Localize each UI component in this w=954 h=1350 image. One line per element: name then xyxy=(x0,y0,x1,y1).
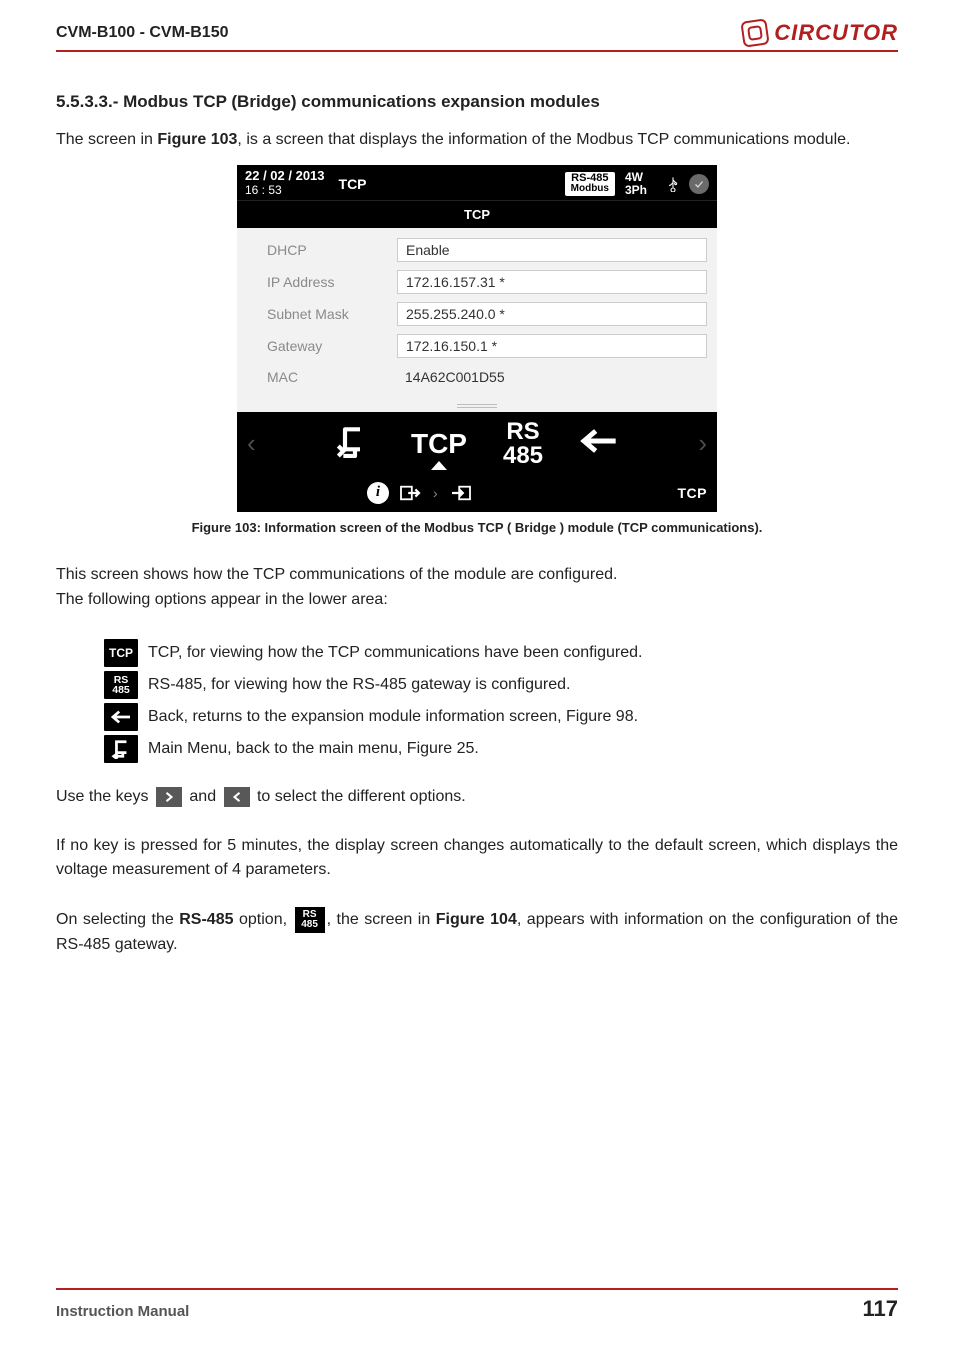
model-title: CVM-B100 - CVM-B150 xyxy=(56,24,228,42)
wiring-bottom: 3Ph xyxy=(625,184,647,197)
nav-next-icon[interactable]: › xyxy=(694,428,711,459)
rs-bottom: 485 xyxy=(112,685,130,696)
fig-ref: Figure 25 xyxy=(407,740,475,757)
right-key-icon xyxy=(156,787,182,807)
setting-row: IP Address 172.16.157.31 * xyxy=(247,266,707,298)
option-text: Back, returns to the expansion module in… xyxy=(148,708,638,726)
setting-value[interactable]: 172.16.150.1 * xyxy=(397,334,707,358)
option-text: Main Menu, back to the main menu, Figure… xyxy=(148,740,479,758)
panel-grip xyxy=(237,398,717,412)
usb-icon xyxy=(665,176,681,192)
page-footer: Instruction Manual 117 xyxy=(56,1288,898,1322)
nav-back-button[interactable] xyxy=(579,424,619,463)
fig-ref: Figure 98 xyxy=(566,708,634,725)
status-date: 22 / 02 / 2013 xyxy=(245,169,325,184)
main-menu-icon xyxy=(104,735,138,763)
setting-row: DHCP Enable xyxy=(247,234,707,266)
t: to select the different options. xyxy=(257,788,466,805)
device-panel-title: TCP xyxy=(237,200,717,228)
section-heading: 5.5.3.3.- Modbus TCP (Bridge) communicat… xyxy=(56,92,898,112)
intro-paragraph: The screen in Figure 103, is a screen th… xyxy=(56,128,898,151)
setting-value[interactable]: 255.255.240.0 * xyxy=(397,302,707,326)
setting-value: 14A62C001D55 xyxy=(397,366,707,388)
nav-main-menu-button[interactable] xyxy=(335,424,375,463)
check-icon xyxy=(689,174,709,194)
t: and xyxy=(189,788,220,805)
t: option, xyxy=(234,911,293,928)
figure-caption: Figure 103: Information screen of the Mo… xyxy=(56,520,898,535)
input-icon[interactable] xyxy=(399,484,421,502)
setting-row: Subnet Mask 255.255.240.0 * xyxy=(247,298,707,330)
brand-logo-icon xyxy=(741,18,770,47)
rs485-inline-icon: RS485 xyxy=(295,907,325,933)
t: Back, returns to the expansion module in… xyxy=(148,708,566,725)
option-back: Back, returns to the expansion module in… xyxy=(104,703,898,731)
t: 485 xyxy=(301,920,318,930)
setting-label: IP Address xyxy=(247,274,397,290)
footer-manual-label: Instruction Manual xyxy=(56,1303,189,1320)
t: On selecting the xyxy=(56,911,179,928)
wiring-top: 4W xyxy=(625,171,647,184)
option-rs485: RS 485 RS-485, for viewing how the RS-48… xyxy=(104,671,898,699)
setting-label: MAC xyxy=(247,369,397,385)
header-rule xyxy=(56,50,898,52)
paragraph: The following options appear in the lowe… xyxy=(56,588,898,611)
nav-rs485-button[interactable]: RS 485 xyxy=(503,420,543,468)
left-key-icon xyxy=(224,787,250,807)
intro-post: , is a screen that displays the informat… xyxy=(237,131,850,148)
footer-chevron-icon: › xyxy=(431,485,440,501)
timeout-paragraph: If no key is pressed for 5 minutes, the … xyxy=(56,834,898,880)
fig-ref: Figure 104 xyxy=(436,911,517,928)
setting-row: Gateway 172.16.150.1 * xyxy=(247,330,707,362)
status-time: 16 : 53 xyxy=(245,184,325,198)
rs-select-paragraph: On selecting the RS-485 option, RS485, t… xyxy=(56,907,898,956)
nav-tcp-button[interactable]: TCP xyxy=(411,430,467,458)
option-text: RS-485, for viewing how the RS-485 gatew… xyxy=(148,676,570,694)
setting-row: MAC 14A62C001D55 xyxy=(247,362,707,392)
t: . xyxy=(474,740,478,757)
option-main-menu: Main Menu, back to the main menu, Figure… xyxy=(104,735,898,763)
device-footer-bar: i › TCP xyxy=(237,476,717,512)
main-menu-icon xyxy=(335,424,375,458)
rs485-chip-bottom: Modbus xyxy=(571,184,609,195)
keys-paragraph: Use the keys and to select the different… xyxy=(56,785,898,808)
t: Use the keys xyxy=(56,788,153,805)
setting-value[interactable]: Enable xyxy=(397,238,707,262)
brand: CIRCUTOR xyxy=(742,20,898,46)
option-text: TCP, for viewing how the TCP communicati… xyxy=(148,644,643,662)
paragraph: This screen shows how the TCP communicat… xyxy=(56,563,898,586)
info-icon[interactable]: i xyxy=(367,482,389,504)
setting-label: DHCP xyxy=(247,242,397,258)
footer-rule xyxy=(56,1288,898,1290)
rs485-chip: RS-485 Modbus xyxy=(565,172,615,196)
setting-value[interactable]: 172.16.157.31 * xyxy=(397,270,707,294)
footer-tcp-label: TCP xyxy=(678,485,708,501)
setting-label: Gateway xyxy=(247,338,397,354)
option-tcp: TCP TCP, for viewing how the TCP communi… xyxy=(104,639,898,667)
back-arrow-icon xyxy=(579,424,619,458)
tcp-icon: TCP xyxy=(104,639,138,667)
page-header: CVM-B100 - CVM-B150 CIRCUTOR xyxy=(56,20,898,46)
t: RS-485 xyxy=(179,911,233,928)
t: , the screen in xyxy=(327,911,436,928)
t: Main Menu, back to the main menu, xyxy=(148,740,407,757)
wiring-mode: 4W 3Ph xyxy=(625,171,647,196)
page-number: 117 xyxy=(863,1296,899,1322)
setting-label: Subnet Mask xyxy=(247,306,397,322)
device-screenshot: 22 / 02 / 2013 16 : 53 TCP RS-485 Modbus… xyxy=(237,165,717,512)
device-status-bar: 22 / 02 / 2013 16 : 53 TCP RS-485 Modbus… xyxy=(237,165,717,200)
intro-pre: The screen in xyxy=(56,131,157,148)
t: . xyxy=(634,708,638,725)
device-settings-panel: DHCP Enable IP Address 172.16.157.31 * S… xyxy=(237,228,717,398)
status-tcp-label: TCP xyxy=(339,176,367,192)
rs485-icon: RS 485 xyxy=(104,671,138,699)
brand-text: CIRCUTOR xyxy=(774,20,898,46)
rs485-chip-top: RS-485 xyxy=(571,172,608,184)
back-icon xyxy=(104,703,138,731)
intro-figure-ref: Figure 103 xyxy=(157,131,237,148)
output-icon[interactable] xyxy=(450,484,472,502)
nav-prev-icon[interactable]: ‹ xyxy=(243,428,260,459)
device-nav-bar: ‹ TCP RS 485 xyxy=(237,412,717,476)
